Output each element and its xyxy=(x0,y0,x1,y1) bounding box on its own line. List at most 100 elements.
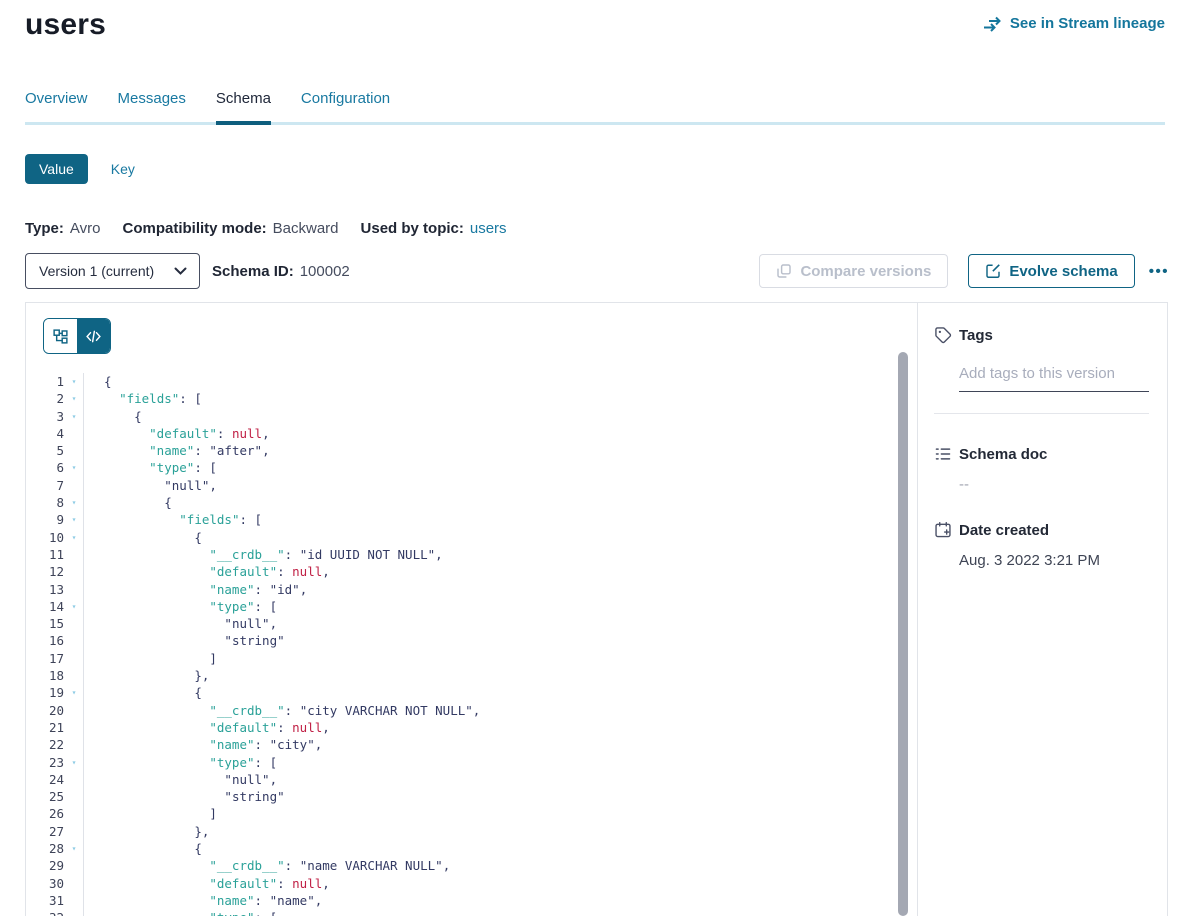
fold-spacer xyxy=(64,425,84,442)
fold-spacer xyxy=(64,719,84,736)
code-text: "name": "name", xyxy=(84,892,322,909)
schema-id-label: Schema ID: xyxy=(212,263,294,280)
code-text: "default": null, xyxy=(84,425,270,442)
code-text: "default": null, xyxy=(84,563,330,580)
fold-toggle-icon[interactable]: ▾ xyxy=(64,408,84,425)
gutter: 9▾ xyxy=(26,511,84,528)
code-line: 6▾ "type": [ xyxy=(26,459,917,476)
code-text: }, xyxy=(84,823,209,840)
gutter: 1▾ xyxy=(26,373,84,390)
tree-view-icon xyxy=(52,328,69,345)
code-line: 24 "null", xyxy=(26,771,917,788)
add-tags-input[interactable] xyxy=(959,365,1149,392)
gutter: 6▾ xyxy=(26,459,84,476)
fold-spacer xyxy=(64,805,84,822)
stream-lineage-label: See in Stream lineage xyxy=(1010,15,1165,32)
code-line: 12 "default": null, xyxy=(26,563,917,580)
gutter: 27 xyxy=(26,823,84,840)
tab-schema[interactable]: Schema xyxy=(216,90,271,122)
more-options-button[interactable]: ••• xyxy=(1149,264,1169,279)
gutter: 8▾ xyxy=(26,494,84,511)
tab-configuration[interactable]: Configuration xyxy=(301,90,390,122)
line-number: 6 xyxy=(26,459,64,476)
line-number: 24 xyxy=(26,771,64,788)
fold-toggle-icon[interactable]: ▾ xyxy=(64,909,84,916)
tags-section: Tags xyxy=(934,326,1149,414)
gutter: 32▾ xyxy=(26,909,84,916)
line-number: 20 xyxy=(26,702,64,719)
line-number: 2 xyxy=(26,390,64,407)
schema-doc-heading: Schema doc xyxy=(934,445,1149,463)
code-line: 22 "name": "city", xyxy=(26,736,917,753)
tree-view-button[interactable] xyxy=(44,319,77,353)
gutter: 31 xyxy=(26,892,84,909)
topic-link[interactable]: users xyxy=(470,220,507,237)
code-line: 8▾ { xyxy=(26,494,917,511)
fold-toggle-icon[interactable]: ▾ xyxy=(64,373,84,390)
tag-icon xyxy=(934,326,952,344)
gutter: 17 xyxy=(26,650,84,667)
value-toggle-button[interactable]: Value xyxy=(25,154,88,184)
code-line: 28▾ { xyxy=(26,840,917,857)
fold-toggle-icon[interactable]: ▾ xyxy=(64,684,84,701)
code-line: 15 "null", xyxy=(26,615,917,632)
meta-item: Used by topic:users xyxy=(361,220,507,237)
meta-value: Backward xyxy=(273,220,339,237)
line-number: 29 xyxy=(26,857,64,874)
fold-toggle-icon[interactable]: ▾ xyxy=(64,598,84,615)
fold-spacer xyxy=(64,546,84,563)
line-number: 13 xyxy=(26,581,64,598)
gutter: 23▾ xyxy=(26,754,84,771)
gutter: 15 xyxy=(26,615,84,632)
code-view-button[interactable] xyxy=(77,319,110,353)
fold-spacer xyxy=(64,667,84,684)
gutter: 26 xyxy=(26,805,84,822)
tab-messages[interactable]: Messages xyxy=(118,90,186,122)
sidebar-divider xyxy=(934,413,1149,414)
code-text: "default": null, xyxy=(84,719,330,736)
line-number: 12 xyxy=(26,563,64,580)
stream-lineage-link[interactable]: See in Stream lineage xyxy=(983,15,1165,32)
code-line: 2▾ "fields": [ xyxy=(26,390,917,407)
line-number: 14 xyxy=(26,598,64,615)
gutter: 21 xyxy=(26,719,84,736)
fold-toggle-icon[interactable]: ▾ xyxy=(64,494,84,511)
key-toggle-button[interactable]: Key xyxy=(111,161,135,177)
line-number: 5 xyxy=(26,442,64,459)
code-text: "default": null, xyxy=(84,875,330,892)
version-select[interactable]: Version 1 (current) xyxy=(25,253,200,289)
fold-toggle-icon[interactable]: ▾ xyxy=(64,840,84,857)
version-sidebar: Tags Schema doc -- xyxy=(917,303,1167,916)
code-text: "name": "city", xyxy=(84,736,322,753)
code-text: "null", xyxy=(84,771,277,788)
code-line: 31 "name": "name", xyxy=(26,892,917,909)
tab-track xyxy=(25,122,1165,125)
code-line: 3▾ { xyxy=(26,408,917,425)
gutter: 3▾ xyxy=(26,408,84,425)
line-number: 30 xyxy=(26,875,64,892)
line-number: 25 xyxy=(26,788,64,805)
value-key-toggle: Value Key xyxy=(25,154,135,184)
version-actions: Compare versions Evolve schema ••• xyxy=(759,254,1169,288)
line-number: 26 xyxy=(26,805,64,822)
evolve-schema-button[interactable]: Evolve schema xyxy=(968,254,1134,288)
code-text: "__crdb__": "city VARCHAR NOT NULL", xyxy=(84,702,480,719)
line-number: 15 xyxy=(26,615,64,632)
code-line: 18 }, xyxy=(26,667,917,684)
fold-toggle-icon[interactable]: ▾ xyxy=(64,511,84,528)
gutter: 28▾ xyxy=(26,840,84,857)
fold-toggle-icon[interactable]: ▾ xyxy=(64,390,84,407)
compare-versions-button[interactable]: Compare versions xyxy=(759,254,948,288)
fold-toggle-icon[interactable]: ▾ xyxy=(64,529,84,546)
fold-toggle-icon[interactable]: ▾ xyxy=(64,459,84,476)
line-number: 10 xyxy=(26,529,64,546)
line-number: 32 xyxy=(26,909,64,916)
vertical-scrollbar[interactable] xyxy=(898,352,908,916)
tags-heading: Tags xyxy=(934,326,1149,344)
fold-spacer xyxy=(64,823,84,840)
date-created-section: Date created Aug. 3 2022 3:21 PM xyxy=(934,521,1149,569)
tab-overview[interactable]: Overview xyxy=(25,90,88,122)
fold-toggle-icon[interactable]: ▾ xyxy=(64,754,84,771)
schema-page: users See in Stream lineage Overview Mess… xyxy=(0,0,1189,916)
code-line: 10▾ { xyxy=(26,529,917,546)
